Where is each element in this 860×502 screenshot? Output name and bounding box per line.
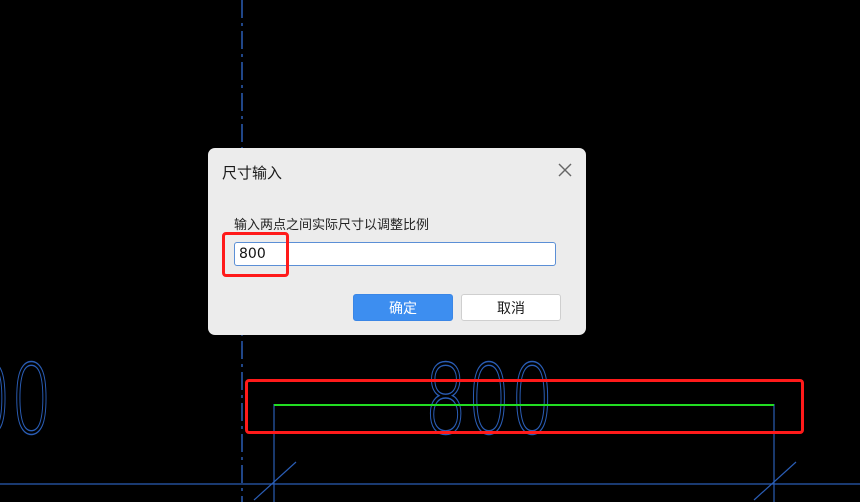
dimension-text: 800 [424,344,554,456]
dialog-title: 尺寸输入 [222,164,283,182]
tick-mark-left [253,461,297,501]
close-button[interactable] [554,159,576,181]
cad-canvas[interactable]: 800 00 尺寸输入 输入两点之间实际尺寸以调整比例 确定 取消 [0,0,860,502]
close-icon [558,163,572,177]
size-input-dialog: 尺寸输入 输入两点之间实际尺寸以调整比例 确定 取消 [208,148,586,335]
dialog-prompt: 输入两点之间实际尺寸以调整比例 [234,218,430,233]
size-input[interactable] [234,242,556,266]
partial-dimension-text: 00 [0,344,52,456]
cancel-button[interactable]: 取消 [461,294,561,321]
ok-button[interactable]: 确定 [353,294,453,321]
tick-mark-right [753,461,797,501]
